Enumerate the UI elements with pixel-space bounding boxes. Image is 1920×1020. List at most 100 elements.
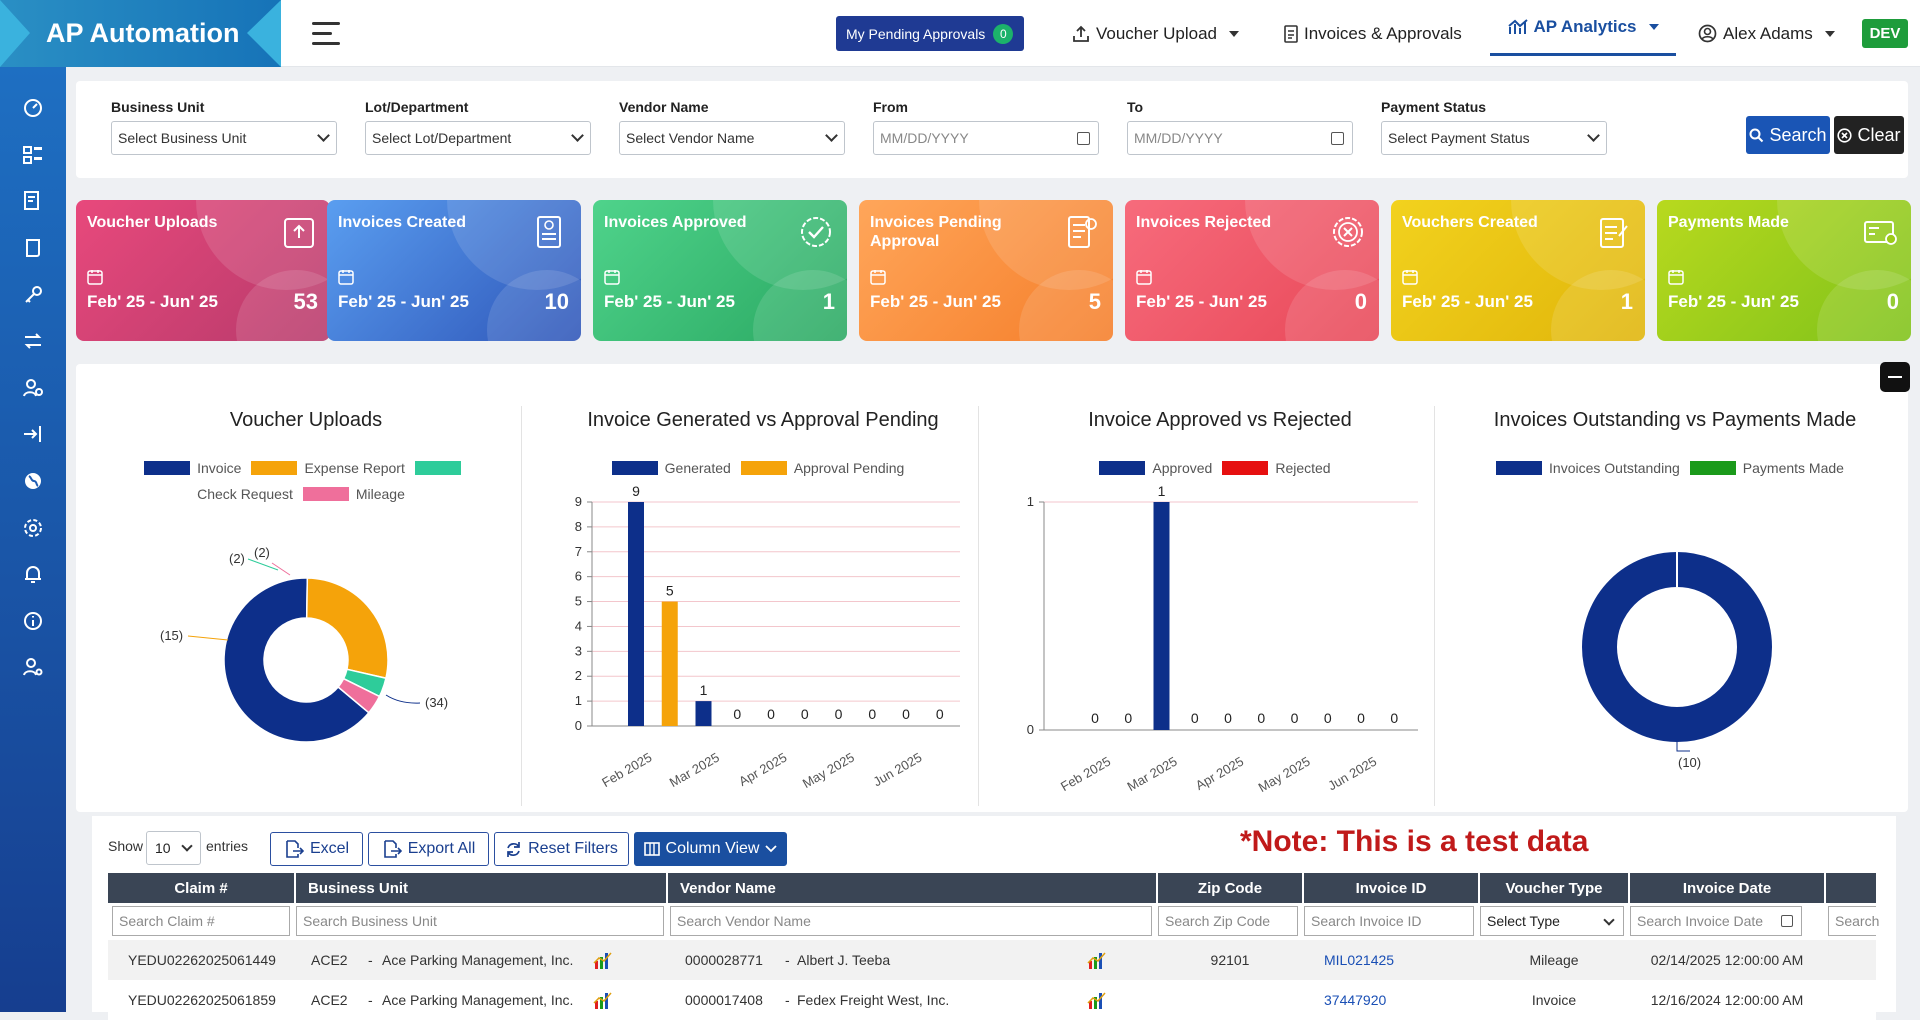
claim-search-input[interactable]: Search Claim # [112,906,290,936]
column-header-vendor-name[interactable]: Vendor Name [668,873,1068,903]
nav-ap-analytics[interactable]: AP Analytics [1490,0,1676,56]
legend-label[interactable]: Payments Made [1743,460,1844,476]
export-all-button[interactable]: Export All [368,832,489,866]
legend-label[interactable]: Invoice [197,460,241,476]
clear-button[interactable]: Clear [1834,116,1904,154]
column-view-button[interactable]: Column View [634,832,787,866]
lot-select[interactable]: Select Lot/Department [365,121,591,155]
card-invoices-pending[interactable]: Invoices Pending Approval Feb' 25 - Jun'… [859,200,1113,341]
card-title: Voucher Uploads [87,214,218,231]
invoice-date-search-input[interactable]: Search Invoice Date [1630,906,1802,936]
filter-from: From MM/DD/YYYY [873,99,1099,155]
reset-filters-button[interactable]: Reset Filters [494,832,629,866]
legend-label[interactable]: Generated [665,460,731,476]
hamburger-menu-icon[interactable] [312,22,340,46]
legend-swatch [302,487,349,501]
legend-label[interactable]: Approved [1152,460,1212,476]
grid-icon[interactable] [20,142,46,168]
legend-swatch [611,461,658,475]
card-voucher-uploads[interactable]: Voucher Uploads Feb' 25 - Jun' 25 53 [76,200,330,341]
invoice-id-search-input[interactable]: Search Invoice ID [1304,906,1474,936]
card-payments-made[interactable]: Payments Made Feb' 25 - Jun' 25 0 [1657,200,1911,341]
filter-panel: Business Unit Select Business Unit Lot/D… [76,81,1908,178]
calendar-icon [1136,270,1152,285]
entries-select[interactable]: 10 [146,831,201,865]
nav-invoices-approvals[interactable]: Invoices & Approvals [1284,0,1462,67]
column-header-voucher-type[interactable]: Voucher Type [1480,873,1628,903]
payment-status-select[interactable]: Select Payment Status [1381,121,1607,155]
from-date-input[interactable]: MM/DD/YYYY [873,121,1099,155]
column-header-invoice-date[interactable]: Invoice Date [1630,873,1824,903]
bell-icon[interactable] [20,561,46,587]
card-invoices-approved[interactable]: Invoices Approved Feb' 25 - Jun' 25 1 [593,200,847,341]
info-icon[interactable] [20,608,46,634]
column-header-invoice-id[interactable]: Invoice ID [1304,873,1478,903]
chart-bar-icon[interactable] [592,940,614,980]
file-export-icon [383,840,402,858]
card-invoices-created[interactable]: Invoices Created Feb' 25 - Jun' 25 10 [327,200,581,341]
business-unit-search-input[interactable]: Search Business Unit [296,906,664,936]
to-date-input[interactable]: MM/DD/YYYY [1127,121,1353,155]
excel-button[interactable]: Excel [270,832,363,866]
calendar-icon[interactable] [1781,915,1793,927]
chevron-down-icon [1587,129,1600,142]
card-invoices-rejected[interactable]: Invoices Rejected Feb' 25 - Jun' 25 0 [1125,200,1379,341]
card-value: 0 [1886,289,1899,314]
legend-label[interactable]: Approval Pending [794,460,905,476]
column-header-claim[interactable]: Claim # [108,873,294,903]
extra-search-input[interactable]: Search [1828,906,1879,936]
zip-cell: 92101 [1210,952,1250,968]
user-menu[interactable]: Alex Adams [1698,0,1835,67]
vendor-name-cell: Albert J. Teeba [797,952,891,968]
close-circle-icon [1837,127,1853,143]
chart-title: Voucher Uploads [229,409,383,431]
user-key-icon[interactable] [20,654,46,680]
zip-search-input[interactable]: Search Zip Code [1158,906,1298,936]
card-vouchers-created[interactable]: Vouchers Created Feb' 25 - Jun' 25 1 [1391,200,1645,341]
pending-approvals-count: 0 [993,23,1014,44]
globe-icon[interactable] [20,468,46,494]
card-range: Feb' 25 - Jun' 25 [870,292,1001,311]
table-row[interactable]: YEDU02262025061449 ACE2 - Ace Parking Ma… [108,940,1876,980]
export-all-button-label: Export All [407,840,476,857]
calendar-icon[interactable] [1077,132,1090,145]
calendar-icon[interactable] [1331,132,1344,145]
legend-swatch [251,461,298,475]
top-bar: AP Automation My Pending Approvals 0 Vou… [0,0,1920,67]
legend-label[interactable]: Invoices Outstanding [1549,460,1680,476]
voucher-type-select[interactable]: Select Type [1480,906,1624,936]
brand-logo[interactable]: AP Automation [0,0,281,67]
gear-icon[interactable] [20,515,46,541]
chevron-down-icon [1648,23,1659,30]
chart-bar-icon[interactable] [592,980,614,1020]
legend-label[interactable]: Expense Report [304,460,404,476]
key-icon[interactable] [20,282,46,308]
search-button[interactable]: Search [1746,116,1830,154]
legend-label[interactable]: Mileage [356,486,405,502]
card-range: Feb' 25 - Jun' 25 [604,292,735,311]
user-settings-icon[interactable] [20,375,46,401]
bu-code-cell: ACE2 [311,992,348,1008]
vendor-select[interactable]: Select Vendor Name [619,121,845,155]
sign-in-icon[interactable] [20,421,46,447]
chart-bar-icon[interactable] [1086,940,1108,980]
scroll-icon[interactable] [20,235,46,261]
business-unit-select[interactable]: Select Business Unit [111,121,337,155]
transfer-icon[interactable] [20,328,46,354]
calendar-icon [338,270,354,285]
column-header-zip-code[interactable]: Zip Code [1158,873,1302,903]
legend-label[interactable]: Rejected [1275,460,1330,476]
invoice-edit-icon[interactable] [20,188,46,214]
legend-label[interactable]: Check Request [197,486,293,502]
table-row[interactable]: YEDU02262025061859 ACE2 - Ace Parking Ma… [108,980,1876,1020]
invoice-id-link[interactable]: MIL021425 [1324,940,1394,980]
dashboard-icon[interactable] [20,95,46,121]
show-label: Show [108,838,144,854]
chart-bar-icon[interactable] [1086,980,1108,1020]
collapse-button[interactable] [1880,362,1910,392]
vendor-search-input[interactable]: Search Vendor Name [670,906,1152,936]
nav-voucher-upload[interactable]: Voucher Upload [1072,0,1239,67]
pending-approvals-button[interactable]: My Pending Approvals 0 [836,16,1024,51]
invoice-id-link[interactable]: 37447920 [1324,980,1386,1020]
card-title: Vouchers Created [1402,214,1538,231]
